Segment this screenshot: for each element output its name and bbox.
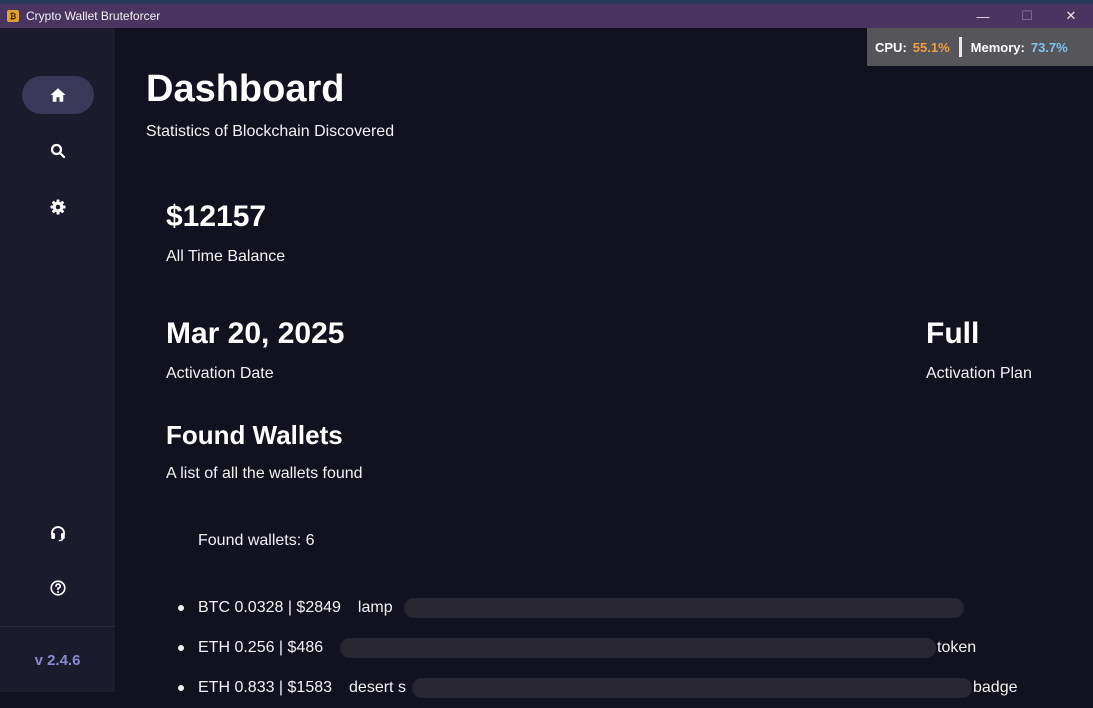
redaction-bar xyxy=(404,598,964,618)
wallet-phrase-start: desert s xyxy=(349,679,406,696)
found-wallets-subtitle: A list of all the wallets found xyxy=(166,465,363,482)
headset-icon xyxy=(51,526,65,542)
version-label: v 2.4.6 xyxy=(34,652,81,669)
wallet-list: BTC 0.0328 | $2849 lamp ETH 0.256 | $486… xyxy=(178,588,1078,708)
maximize-button[interactable]: ☐ xyxy=(1005,4,1049,28)
gear-icon xyxy=(50,199,66,215)
page-title: Dashboard xyxy=(146,68,345,110)
nav-home[interactable] xyxy=(22,76,94,114)
redaction-bar xyxy=(340,638,936,658)
nav-support[interactable] xyxy=(22,514,94,552)
nav-search[interactable] xyxy=(22,132,94,170)
wallet-info: ETH 0.256 | $486 xyxy=(198,639,324,656)
help-icon xyxy=(50,580,66,596)
list-item: ETH 0.256 | $486 token xyxy=(178,628,1078,668)
list-item: BTC 0.0328 | $2849 lamp xyxy=(178,588,1078,628)
cpu-value: 55.1% xyxy=(912,39,950,55)
redaction-bar xyxy=(412,678,972,698)
wallet-info: ETH 0.833 | $1583 xyxy=(198,679,333,696)
activation-date-label: Activation Date xyxy=(166,365,274,382)
bullet xyxy=(178,645,184,651)
found-wallets-count: Found wallets: 6 xyxy=(198,532,315,549)
search-icon xyxy=(50,143,66,159)
performance-overlay: CPU: 55.1% Memory: 73.7% xyxy=(867,28,1093,66)
wallet-phrase-end: badge xyxy=(973,679,1018,696)
window-titlebar: ₿ Crypto Wallet Bruteforcer — ☐ ✕ xyxy=(0,4,1093,28)
wallet-phrase-end: token xyxy=(937,639,977,656)
wallet-phrase-start: lamp xyxy=(357,599,393,616)
page-subtitle: Statistics of Blockchain Discovered xyxy=(146,123,395,140)
window-title: Crypto Wallet Bruteforcer xyxy=(26,9,161,23)
memory-label: Memory: xyxy=(970,39,1025,55)
activation-date-value: Mar 20, 2025 xyxy=(166,317,345,350)
cpu-label: CPU: xyxy=(875,39,907,55)
balance-value: $12157 xyxy=(166,200,267,233)
memory-value: 73.7% xyxy=(1030,39,1068,55)
wallet-info: BTC 0.0328 | $2849 xyxy=(198,599,341,616)
activation-plan-label: Activation Plan xyxy=(926,365,1032,382)
found-wallets-title: Found Wallets xyxy=(166,420,343,450)
window-controls: — ☐ ✕ xyxy=(961,4,1093,28)
close-button[interactable]: ✕ xyxy=(1049,4,1093,28)
list-item: ETH 0.833 | $1583 desert s badge xyxy=(178,668,1078,708)
bullet xyxy=(178,605,184,611)
minimize-button[interactable]: — xyxy=(961,4,1005,28)
sidebar-divider xyxy=(0,626,115,627)
sidebar: v 2.4.6 xyxy=(0,28,115,692)
bullet xyxy=(178,685,184,691)
nav-settings[interactable] xyxy=(22,188,94,226)
balance-label: All Time Balance xyxy=(166,248,286,265)
app-icon: ₿ xyxy=(7,10,19,22)
home-icon xyxy=(50,88,66,102)
main-content: Dashboard Statistics of Blockchain Disco… xyxy=(115,28,1093,698)
perf-divider xyxy=(958,37,962,57)
activation-plan-value: Full xyxy=(926,317,980,350)
nav-help[interactable] xyxy=(22,569,94,607)
